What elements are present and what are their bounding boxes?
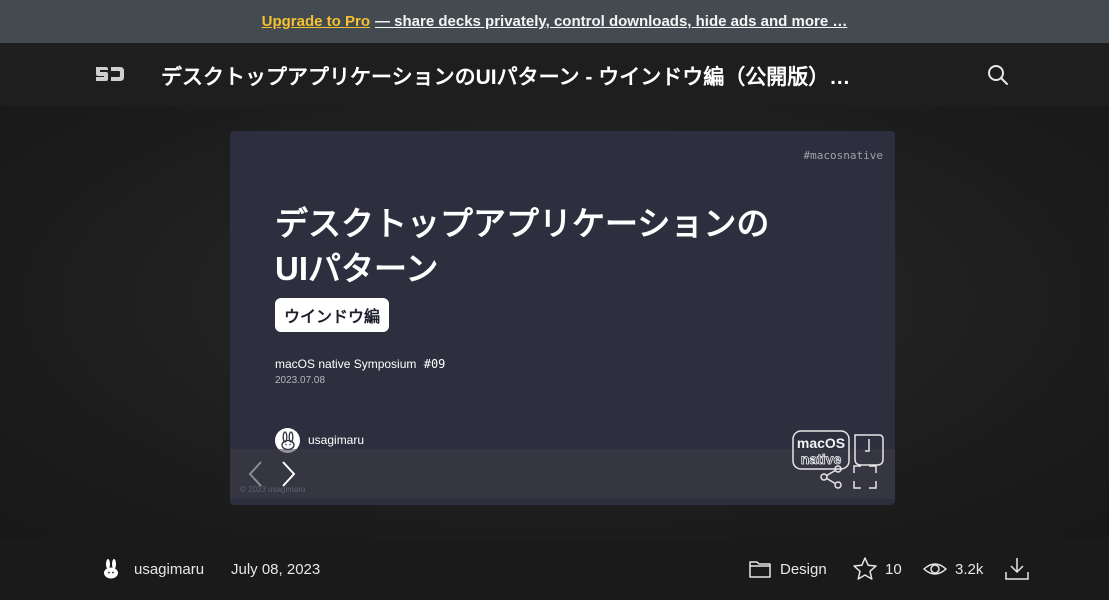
deck-title[interactable]: デスクトップアプリケーションのUIパターン - ウインドウ編（公開版）… bbox=[161, 61, 951, 91]
next-slide-button[interactable] bbox=[278, 460, 298, 488]
star-icon bbox=[852, 556, 878, 582]
views-stat: 3.2k bbox=[922, 538, 983, 600]
slide-title-line1: デスクトップアプリケーションの bbox=[275, 205, 770, 242]
search-icon bbox=[988, 65, 1008, 85]
promo-banner: Upgrade to Pro — share decks privately, … bbox=[0, 0, 1109, 43]
event-name: macOS native Symposium bbox=[275, 357, 417, 371]
slide-author-name: usagimaru bbox=[308, 433, 365, 447]
upgrade-pro-link[interactable]: Upgrade to Pro bbox=[262, 13, 370, 30]
badge-line1: macOS bbox=[797, 435, 845, 451]
chevron-left-icon bbox=[248, 461, 262, 487]
rabbit-icon bbox=[104, 559, 118, 579]
star-button[interactable]: 10 bbox=[852, 538, 902, 600]
view-count: 3.2k bbox=[955, 560, 984, 578]
author-name: usagimaru bbox=[134, 560, 205, 578]
slide-title: デスクトップアプリケーションの UIパターン bbox=[275, 201, 835, 291]
slide-copyright: © 2023 usagimaru bbox=[240, 485, 306, 494]
slide-title-line2: UIパターン bbox=[275, 250, 439, 287]
folder-icon bbox=[748, 557, 772, 581]
eye-icon bbox=[922, 556, 948, 582]
logo-icon bbox=[96, 67, 124, 81]
previous-slide-button[interactable] bbox=[246, 460, 266, 488]
category-label: Design bbox=[780, 560, 827, 578]
category-link[interactable]: Design bbox=[748, 538, 827, 600]
slide-viewer[interactable]: #macosnative デスクトップアプリケーションの UIパターン ウインド… bbox=[230, 131, 895, 505]
star-count: 10 bbox=[885, 560, 902, 578]
promo-description-link[interactable]: — share decks privately, control downloa… bbox=[375, 13, 847, 30]
event-number: #09 bbox=[423, 357, 446, 371]
publish-date: July 08, 2023 bbox=[231, 560, 321, 578]
fullscreen-icon bbox=[853, 465, 877, 489]
speakerdeck-logo[interactable] bbox=[93, 63, 127, 85]
fullscreen-button[interactable] bbox=[852, 464, 878, 490]
author-avatar bbox=[100, 558, 122, 580]
site-header: デスクトップアプリケーションのUIパターン - ウインドウ編（公開版）… bbox=[0, 43, 1109, 106]
rabbit-icon bbox=[280, 430, 295, 450]
deck-meta-bar: usagimaru July 08, 2023 Design 10 3.2k bbox=[0, 538, 1109, 600]
share-icon bbox=[820, 465, 842, 489]
slide-hashtag: #macosnative bbox=[803, 149, 883, 162]
share-button[interactable] bbox=[818, 464, 844, 490]
slide-chapter-chip: ウインドウ編 bbox=[275, 298, 390, 332]
event-date: 2023.07.08 bbox=[275, 375, 326, 386]
download-button[interactable] bbox=[1004, 538, 1030, 600]
search-button[interactable] bbox=[986, 63, 1010, 87]
slide-event: macOS native Symposium #09 bbox=[275, 357, 445, 371]
chevron-right-icon bbox=[282, 461, 296, 487]
download-icon bbox=[1004, 556, 1030, 582]
author-link[interactable]: usagimaru bbox=[100, 538, 204, 600]
